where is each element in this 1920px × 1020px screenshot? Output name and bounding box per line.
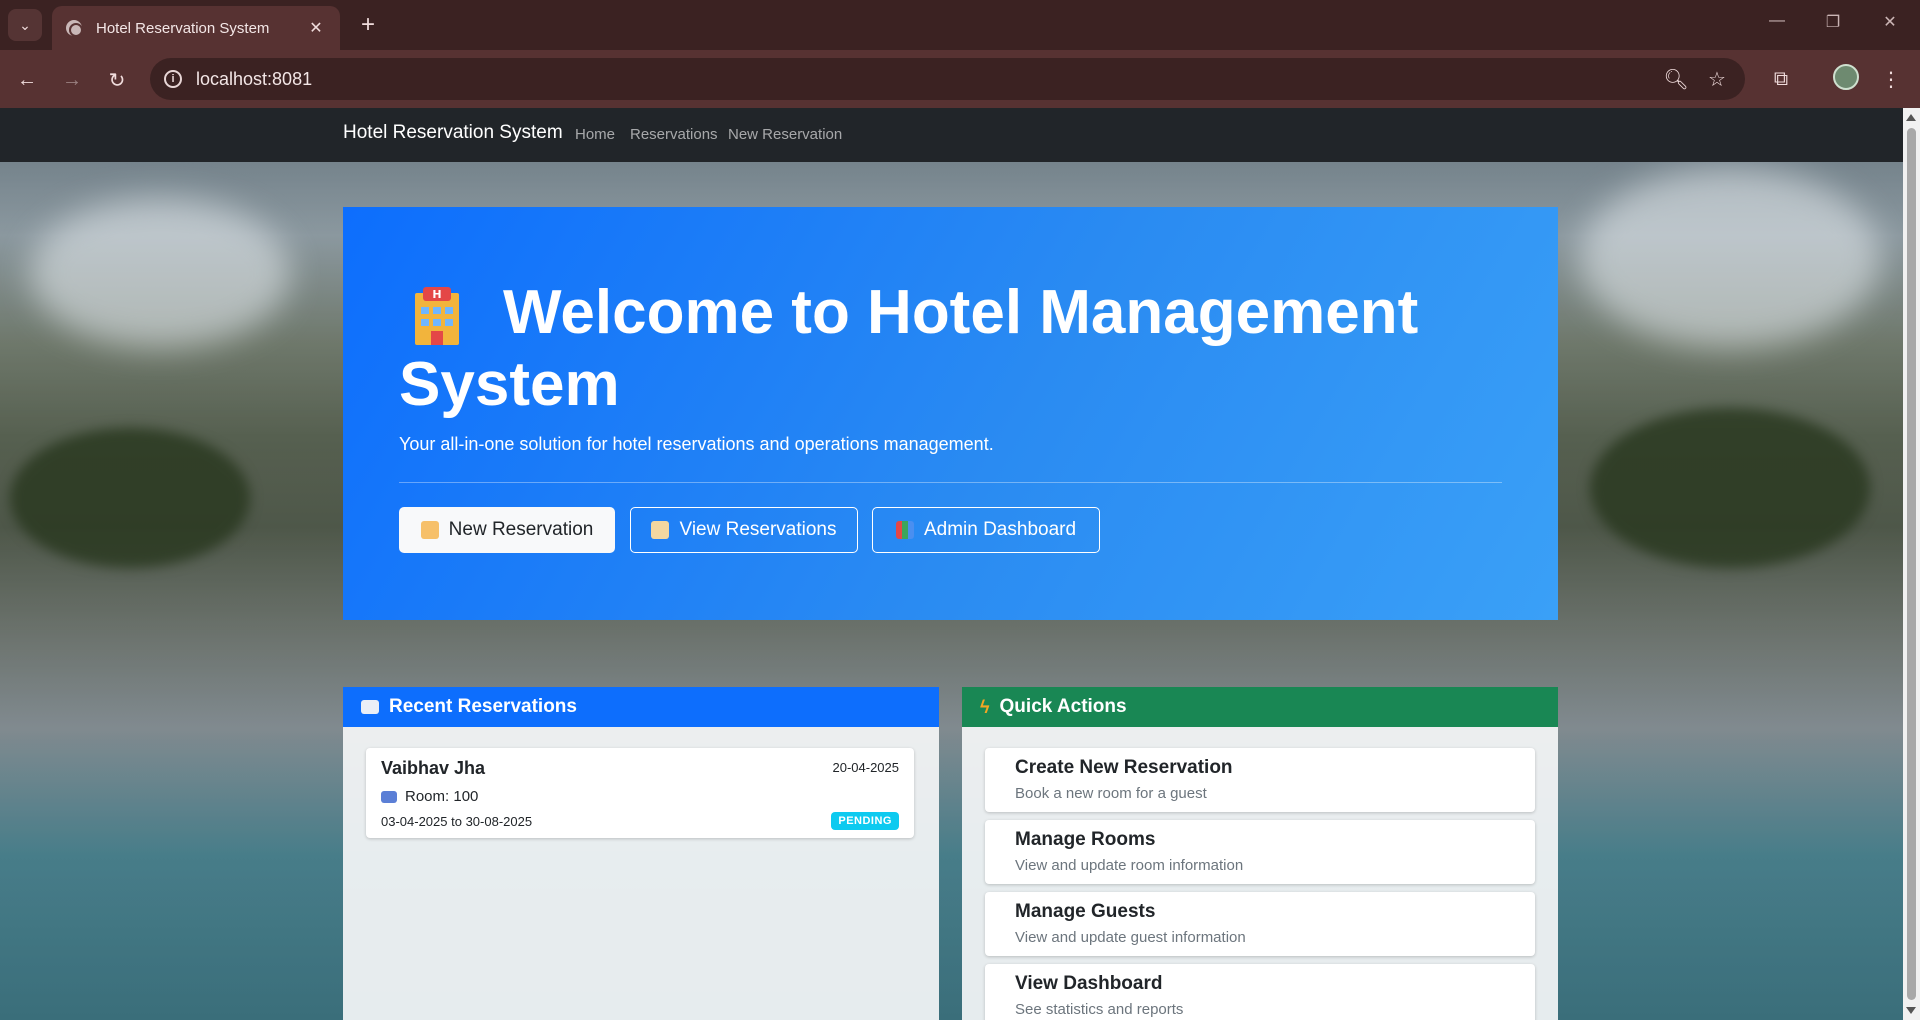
window-close-icon[interactable]: ✕ [1875,12,1905,32]
view-reservations-label: View Reservations [679,519,837,540]
quick-actions-title: Quick Actions [999,696,1127,717]
site-info-icon[interactable]: i [164,70,182,88]
browser-tab-strip: ⌄ Hotel Reservation System ✕ + — ❐ ✕ [0,0,1920,50]
quick-action-title: Manage Rooms [1015,829,1156,850]
restore-icon[interactable]: ❐ [1818,12,1848,32]
room-number: Room: 100 [405,788,479,805]
quick-action-title: View Dashboard [1015,973,1163,994]
new-reservation-button[interactable]: New Reservation [399,507,615,553]
date-range: 03-04-2025 to 30-08-2025 [381,814,533,829]
quick-action-description: View and update room information [1015,857,1244,874]
minimize-icon[interactable]: — [1762,12,1792,30]
quick-action-view-dashboard[interactable]: View Dashboard See statistics and report… [985,964,1535,1020]
tab-search-chevron-icon[interactable]: ⌄ [8,9,42,41]
vertical-scrollbar[interactable] [1903,108,1920,1020]
view-reservations-button[interactable]: View Reservations [630,507,858,553]
lightning-icon: ϟ [980,696,990,717]
reservation-date: 20-04-2025 [832,760,900,775]
hero-title: Welcome to Hotel Management System [399,278,1419,419]
reload-icon[interactable]: ↻ [102,65,132,95]
bar-chart-icon [895,521,914,539]
menu-kebab-icon[interactable]: ⋮ [1876,64,1906,94]
scroll-down-arrow-icon[interactable] [1906,1007,1916,1014]
admin-dashboard-button[interactable]: Admin Dashboard [872,507,1100,553]
quick-action-description: View and update guest information [1015,929,1246,946]
book-icon [361,700,379,714]
scroll-up-arrow-icon[interactable] [1906,114,1916,121]
status-badge: PENDING [831,812,899,830]
recent-reservations-title: Recent Reservations [389,696,577,717]
navbar-brand[interactable]: Hotel Reservation System [343,122,563,144]
background-cloud [1580,168,1880,348]
reservation-item[interactable]: Vaibhav Jha 20-04-2025 Room: 100 03-04-2… [366,748,914,838]
room-info: Room: 100 [381,788,478,805]
tab-title: Hotel Reservation System [96,19,270,37]
hero-subtitle: Your all-in-one solution for hotel reser… [399,434,994,454]
browser-tab[interactable]: Hotel Reservation System ✕ [52,6,340,50]
background-cloud [30,198,290,348]
close-icon[interactable]: ✕ [306,18,326,38]
guest-name: Vaibhav Jha [381,758,486,778]
quick-action-create-reservation[interactable]: Create New Reservation Book a new room f… [985,748,1535,812]
quick-actions-header: ϟ Quick Actions [962,687,1558,727]
quick-action-title: Create New Reservation [1015,757,1233,778]
profile-avatar[interactable] [1833,64,1859,90]
url-text: localhost:8081 [196,69,313,89]
zoom-icon[interactable]: 🔍︎ [1663,67,1688,91]
quick-action-description: Book a new room for a guest [1015,785,1207,802]
address-bar[interactable]: i localhost:8081 🔍︎ ☆ [150,58,1745,100]
clipboard-icon [651,521,670,539]
extensions-puzzle-icon[interactable]: ⧉ [1766,64,1796,94]
recent-reservations-header: Recent Reservations [343,687,939,727]
back-arrow-icon[interactable]: ← [12,65,42,95]
globe-icon [66,20,83,37]
browser-toolbar: ← → ↻ i localhost:8081 🔍︎ ☆ ⧉ ⋮ [0,50,1920,108]
background-trees [10,428,250,568]
background-trees [1590,408,1870,568]
hero-banner: H Welcome to Hotel Management System You… [343,207,1558,620]
quick-action-title: Manage Guests [1015,901,1156,922]
nav-link-reservations[interactable]: Reservations [630,126,718,143]
bed-icon [381,790,397,803]
memo-icon [420,521,439,539]
quick-action-manage-rooms[interactable]: Manage Rooms View and update room inform… [985,820,1535,884]
quick-actions-card: ϟ Quick Actions Create New Reservation B… [962,687,1558,1020]
bookmark-star-icon[interactable]: ☆ [1705,67,1729,91]
new-reservation-label: New Reservation [448,519,594,540]
admin-dashboard-label: Admin Dashboard [923,519,1077,540]
forward-arrow-icon[interactable]: → [57,65,87,95]
nav-link-home[interactable]: Home [575,126,615,143]
nav-link-new-reservation[interactable]: New Reservation [728,126,842,143]
quick-action-manage-guests[interactable]: Manage Guests View and update guest info… [985,892,1535,956]
quick-action-description: See statistics and reports [1015,1001,1184,1018]
top-navbar: Hotel Reservation System Home Reservatio… [0,108,1903,162]
page-viewport: Hotel Reservation System Home Reservatio… [0,108,1920,1020]
hero-divider [399,482,1502,483]
recent-reservations-card: Recent Reservations Vaibhav Jha 20-04-20… [343,687,939,1020]
new-tab-plus-icon[interactable]: + [353,10,383,40]
scrollbar-thumb[interactable] [1907,128,1916,1000]
